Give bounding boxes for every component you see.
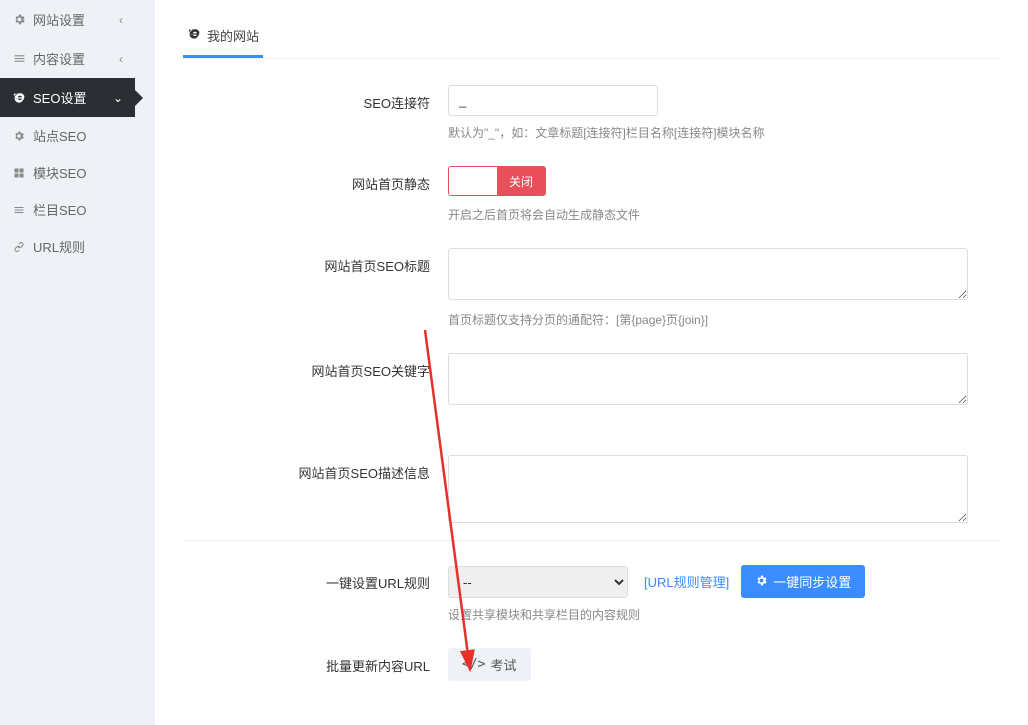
link-url-rule-manage[interactable]: [URL规则管理] [644, 572, 729, 591]
label-seo-connector: SEO连接符 [183, 85, 448, 112]
row-home-static: 网站首页静态 关闭 开启之后首页将会自动生成静态文件 [183, 166, 1000, 238]
ie-icon [12, 91, 26, 105]
chevron-down-icon: ⌄ [113, 91, 123, 105]
panel: 我的网站 SEO连接符 默认为"_"，如：文章标题[连接符]栏目名称[连接符]模… [155, 0, 1028, 725]
list-icon [12, 52, 26, 65]
row-seo-desc: 网站首页SEO描述信息 [183, 455, 1000, 526]
subnav-label: 站点SEO [33, 126, 86, 145]
grid-icon [12, 167, 26, 179]
row-seo-title: 网站首页SEO标题 首页标题仅支持分页的通配符：[第{page}页{join}] [183, 248, 1000, 343]
subnav-label: 模块SEO [33, 163, 86, 182]
gear-icon [12, 130, 26, 142]
label-url-rule: 一键设置URL规则 [183, 565, 448, 592]
row-seo-keywords: 网站首页SEO关键字 [183, 353, 1000, 445]
link-icon [12, 241, 26, 253]
toggle-blank [449, 167, 497, 195]
textarea-seo-title[interactable] [448, 248, 968, 300]
content-area: 我的网站 SEO连接符 默认为"_"，如：文章标题[连接符]栏目名称[连接符]模… [135, 0, 1028, 725]
help-seo-connector: 默认为"_"，如：文章标题[连接符]栏目名称[连接符]模块名称 [448, 124, 1000, 141]
subnav-url-rule[interactable]: URL规则 [0, 228, 135, 265]
row-batch-update: 批量更新内容URL </> 考试 [183, 648, 1000, 681]
help-url-rule: 设置共享模块和共享栏目的内容规则 [448, 606, 1000, 623]
textarea-seo-desc[interactable] [448, 455, 968, 523]
button-label: 一键同步设置 [773, 572, 851, 591]
gear-icon [755, 574, 768, 590]
label-seo-title: 网站首页SEO标题 [183, 248, 448, 275]
nav-seo-settings[interactable]: SEO设置 ⌄ [0, 78, 135, 117]
row-url-rule: 一键设置URL规则 -- [URL规则管理] 一键同步设置 [183, 565, 1000, 638]
code-icon: </> [462, 657, 485, 672]
chevron-left-icon: ‹ [119, 13, 123, 27]
toggle-state-closed: 关闭 [497, 167, 545, 195]
ie-icon [187, 27, 201, 44]
separator [183, 540, 1000, 541]
subnav-module-seo[interactable]: 模块SEO [0, 154, 135, 191]
help-seo-title: 首页标题仅支持分页的通配符：[第{page}页{join}] [448, 311, 1000, 328]
nav-site-settings[interactable]: 网站设置 ‹ [0, 0, 135, 39]
chevron-left-icon: ‹ [119, 52, 123, 66]
input-seo-connector[interactable] [448, 85, 658, 116]
tab-label: 我的网站 [207, 26, 259, 45]
nav-content-settings[interactable]: 内容设置 ‹ [0, 39, 135, 78]
subnav-site-seo[interactable]: 站点SEO [0, 117, 135, 154]
label-seo-keywords: 网站首页SEO关键字 [183, 353, 448, 380]
subnav-label: 栏目SEO [33, 200, 86, 219]
nav-label: 内容设置 [33, 49, 85, 68]
tab-my-site[interactable]: 我的网站 [183, 18, 263, 58]
subnav-label: URL规则 [33, 237, 85, 256]
subnav-column-seo[interactable]: 栏目SEO [0, 191, 135, 228]
sidebar: 网站设置 ‹ 内容设置 ‹ SEO设置 ⌄ 站点SEO [0, 0, 135, 725]
list-icon [12, 204, 26, 216]
help-home-static: 开启之后首页将会自动生成静态文件 [448, 206, 1000, 223]
nav-label: SEO设置 [33, 88, 86, 107]
gear-icon [12, 13, 26, 26]
button-label: 考试 [490, 655, 516, 674]
button-sync-settings[interactable]: 一键同步设置 [741, 565, 865, 598]
button-batch-exam[interactable]: </> 考试 [448, 648, 531, 681]
help-seo-keywords [448, 416, 1000, 430]
select-url-rule[interactable]: -- [448, 566, 628, 598]
toggle-home-static[interactable]: 关闭 [448, 166, 546, 196]
label-batch-update: 批量更新内容URL [183, 648, 448, 675]
row-seo-connector: SEO连接符 默认为"_"，如：文章标题[连接符]栏目名称[连接符]模块名称 [183, 85, 1000, 156]
nav-label: 网站设置 [33, 10, 85, 29]
textarea-seo-keywords[interactable] [448, 353, 968, 405]
label-seo-desc: 网站首页SEO描述信息 [183, 455, 448, 482]
label-home-static: 网站首页静态 [183, 166, 448, 193]
tab-bar: 我的网站 [183, 18, 1000, 59]
